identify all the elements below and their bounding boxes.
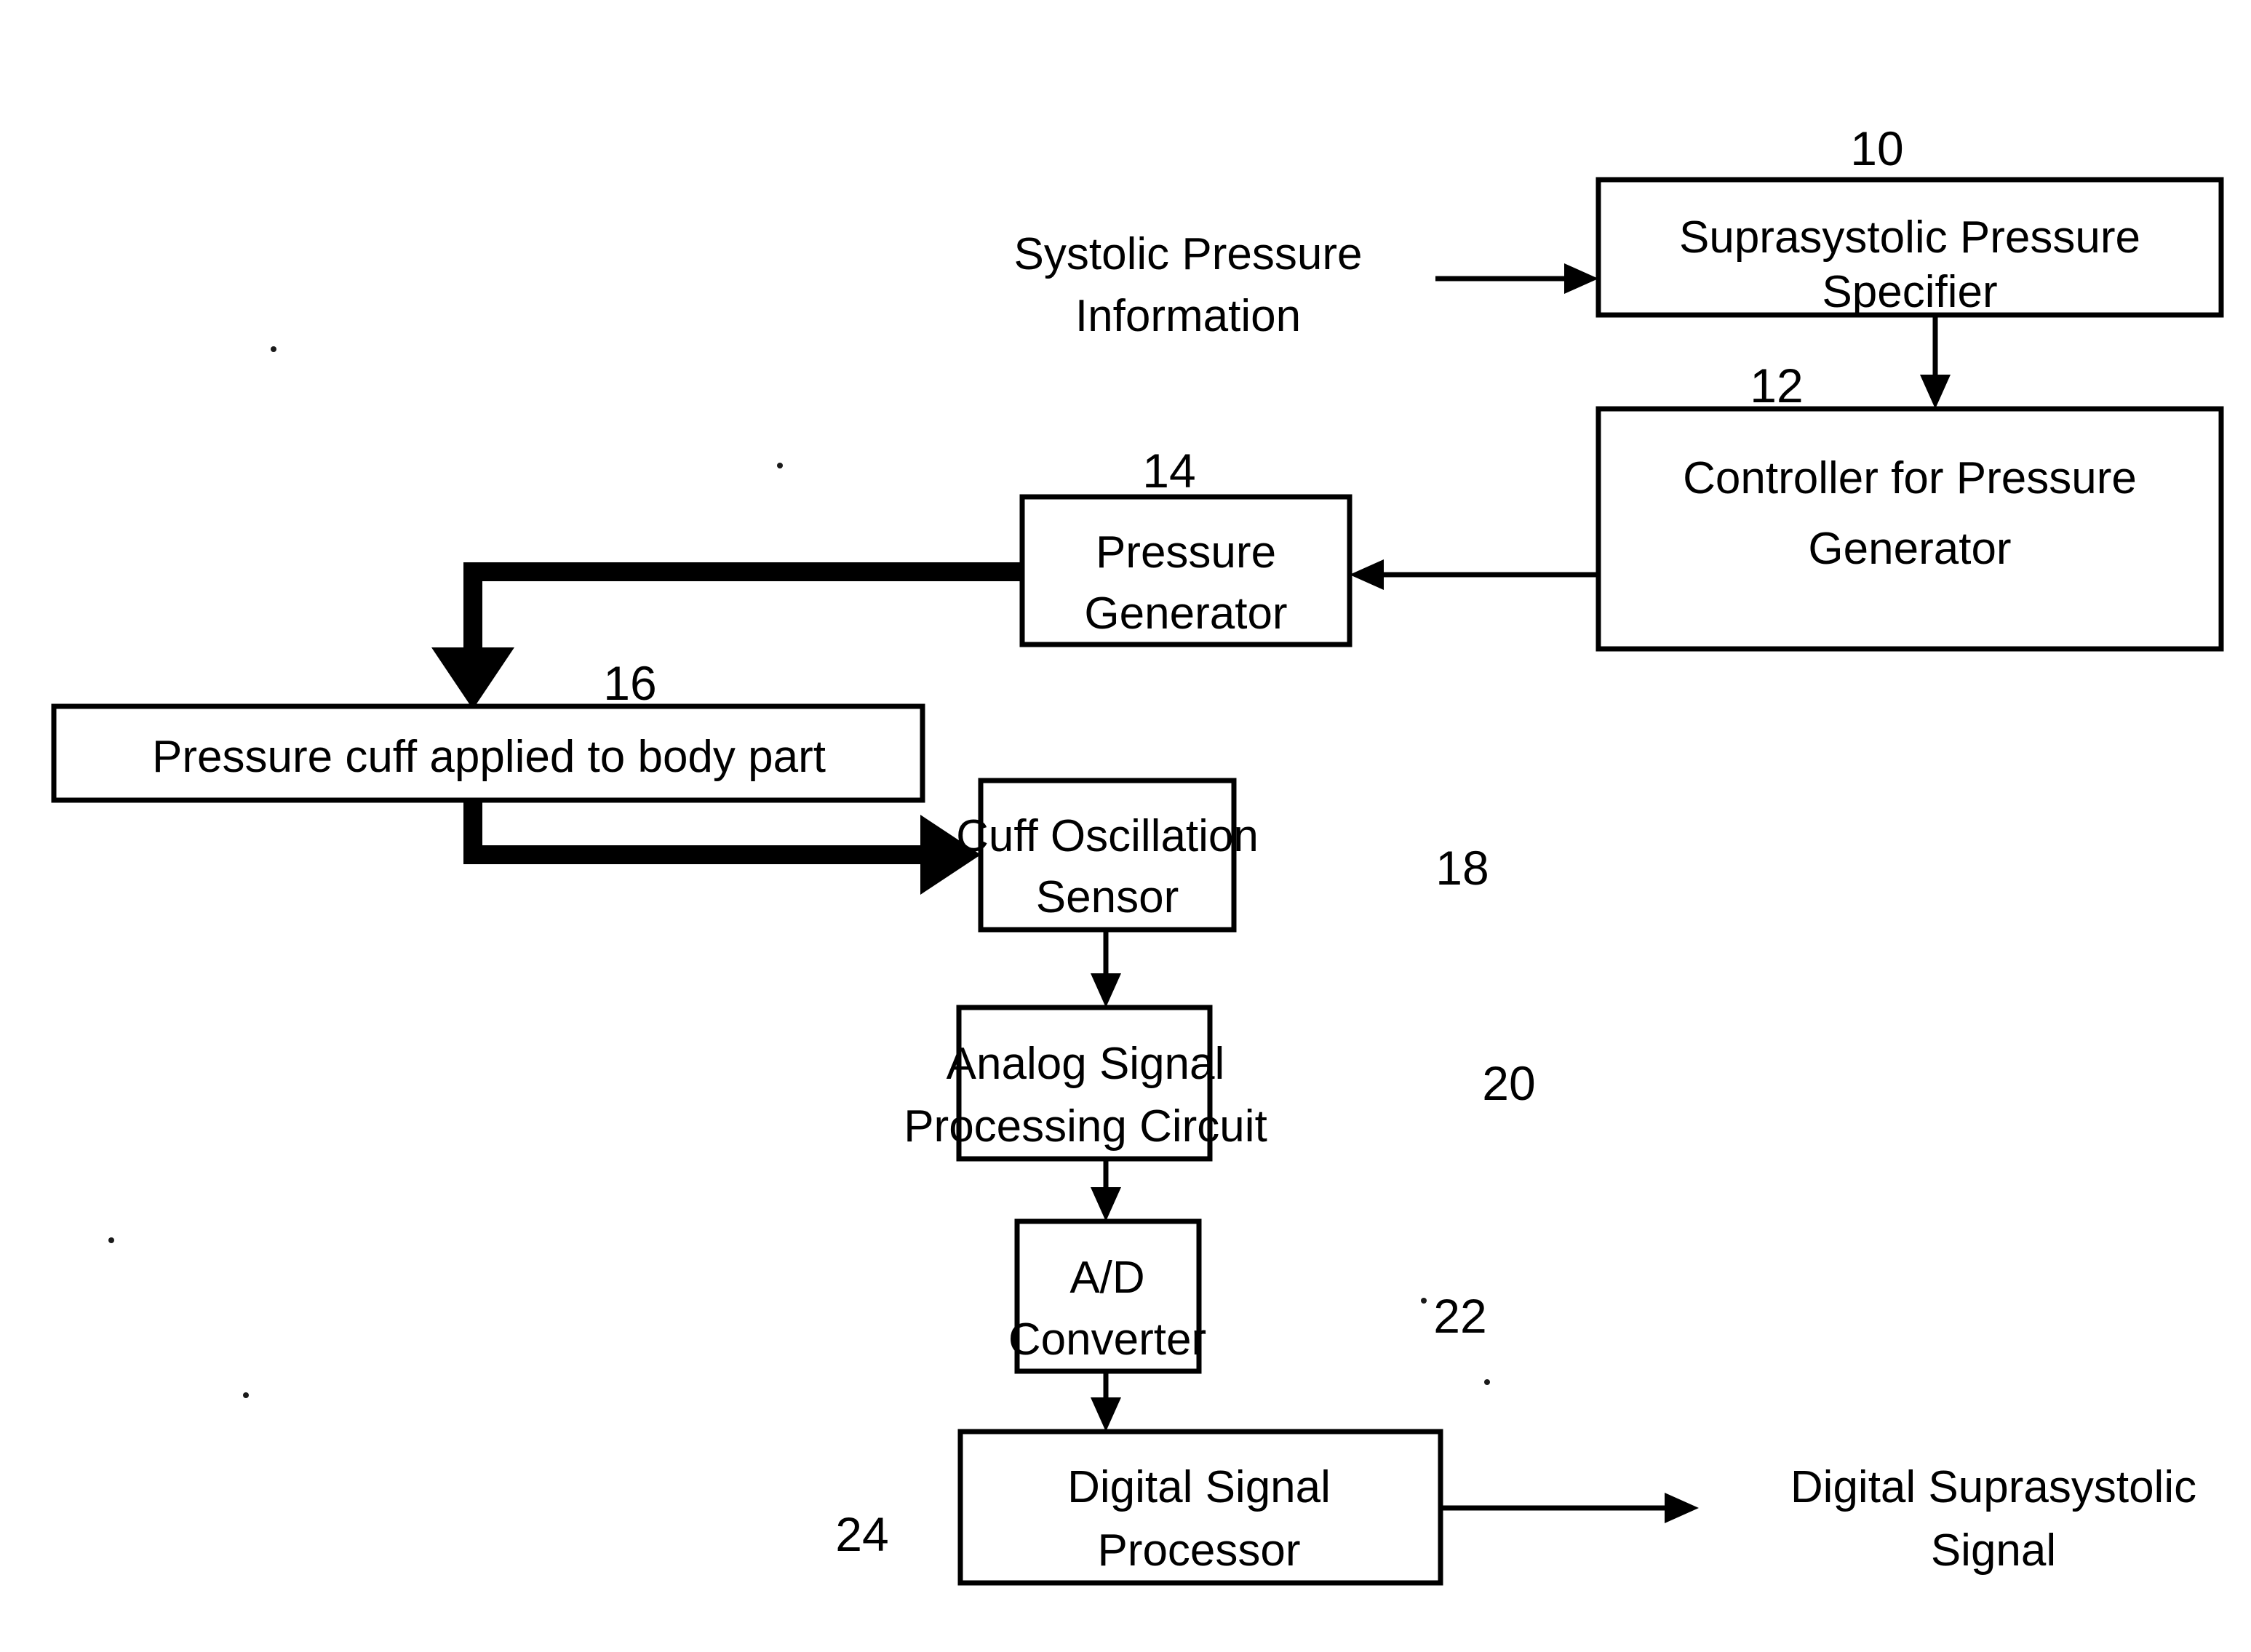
block-label-controller-for-pressure-generator-line2: Generator (1808, 524, 2011, 574)
connector-systolic-info-to-specifier (1435, 263, 1598, 294)
connector-specifier-to-controller (1920, 315, 1951, 409)
connector-ad-converter-to-dsp (1091, 1371, 1121, 1432)
block-label-analog-signal-processing-circuit-line1: Analog Signal (947, 1039, 1225, 1089)
output-label-line2: Signal (1931, 1525, 2056, 1576)
reference-numeral-24: 24 (835, 1507, 888, 1561)
block-label-controller-for-pressure-generator-line1: Controller for Pressure (1683, 453, 2137, 503)
block-label-suprasystolic-pressure-specifier-line2: Specifier (1822, 267, 1997, 317)
connector-controller-to-pressure-generator (1350, 559, 1598, 590)
connector-pressure-generator-to-cuff-thick (431, 562, 1022, 709)
block-label-suprasystolic-pressure-specifier-line1: Suprasystolic Pressure (1679, 212, 2140, 263)
block-label-pressure-cuff: Pressure cuff applied to body part (152, 732, 826, 782)
connector-sensor-to-analog-circuit (1091, 930, 1121, 1007)
input-label-line1: Systolic Pressure (1014, 229, 1363, 279)
block-label-analog-signal-processing-circuit-line2: Processing Circuit (904, 1101, 1267, 1152)
connector-cuff-to-sensor-thick (463, 800, 981, 895)
block-label-digital-signal-processor-line1: Digital Signal (1067, 1462, 1331, 1512)
reference-numeral-20: 20 (1482, 1056, 1535, 1110)
block-label-ad-converter-line1: A/D (1069, 1253, 1144, 1303)
reference-numeral-10: 10 (1850, 121, 1903, 175)
reference-numeral-16: 16 (603, 656, 656, 710)
block-diagram-svg: Suprasystolic Pressure Specifier Control… (51, 121, 2224, 1586)
output-label-line1: Digital Suprasystolic (1790, 1462, 2196, 1512)
connector-dsp-to-output-signal (1441, 1493, 1699, 1523)
connector-analog-circuit-to-ad-converter (1091, 1159, 1121, 1221)
reference-numeral-14: 14 (1142, 444, 1195, 498)
block-label-ad-converter-line2: Converter (1008, 1314, 1206, 1365)
block-label-cuff-oscillation-sensor-line2: Sensor (1036, 872, 1179, 922)
block-label-digital-signal-processor-line2: Processor (1097, 1525, 1300, 1576)
block-label-pressure-generator-line2: Generator (1084, 588, 1287, 639)
block-label-pressure-generator-line1: Pressure (1096, 527, 1276, 578)
reference-numeral-12: 12 (1750, 359, 1803, 412)
input-label-line2: Information (1075, 291, 1301, 341)
reference-numeral-22: 22 (1433, 1289, 1486, 1343)
reference-numeral-18: 18 (1435, 841, 1489, 895)
patent-figure-canvas: Suprasystolic Pressure Specifier Control… (0, 0, 2251, 1652)
block-label-cuff-oscillation-sensor-line1: Cuff Oscillation (956, 811, 1259, 861)
